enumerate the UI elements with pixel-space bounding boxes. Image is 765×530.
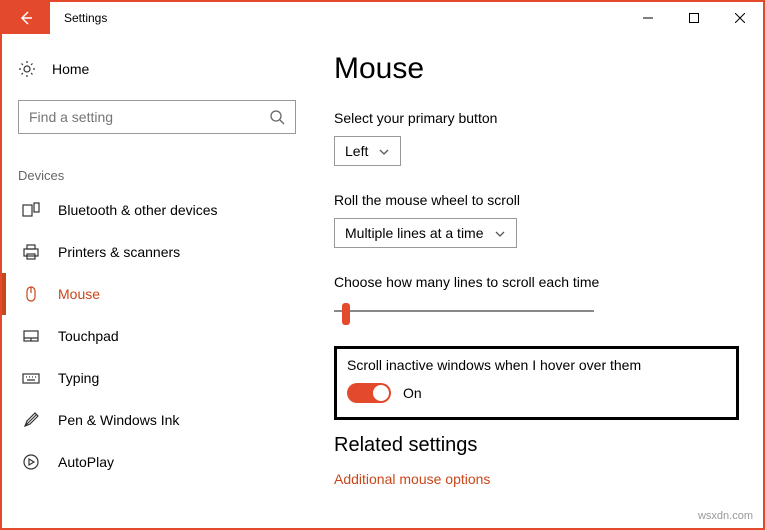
page-title: Mouse [334, 52, 739, 86]
sidebar-item-label: Printers & scanners [58, 244, 180, 260]
slider-thumb[interactable] [342, 303, 350, 325]
sidebar: Home Devices Bluetooth & other devices P… [2, 34, 312, 528]
wheel-label: Roll the mouse wheel to scroll [334, 192, 739, 208]
wheel-dropdown[interactable]: Multiple lines at a time [334, 218, 517, 248]
inactive-toggle[interactable] [347, 383, 391, 403]
arrow-left-icon [18, 10, 34, 26]
pen-icon [22, 411, 40, 429]
sidebar-item-printers[interactable]: Printers & scanners [2, 231, 312, 273]
settings-window: Settings Home Devices Bluetooth & other … [0, 0, 765, 530]
close-button[interactable] [717, 2, 763, 34]
primary-button-dropdown[interactable]: Left [334, 136, 401, 166]
home-label: Home [52, 61, 89, 77]
sidebar-item-label: Pen & Windows Ink [58, 412, 179, 428]
lines-label: Choose how many lines to scroll each tim… [334, 274, 739, 290]
search-box[interactable] [18, 100, 296, 134]
slider-track [334, 310, 594, 312]
toggle-state: On [403, 385, 422, 401]
sidebar-item-pen[interactable]: Pen & Windows Ink [2, 399, 312, 441]
inactive-toggle-row: On [347, 383, 726, 403]
inactive-label: Scroll inactive windows when I hover ove… [347, 357, 726, 373]
maximize-button[interactable] [671, 2, 717, 34]
sidebar-item-label: AutoPlay [58, 454, 114, 470]
related-heading: Related settings [334, 434, 739, 457]
search-icon [269, 109, 285, 125]
lines-slider[interactable] [334, 300, 594, 324]
minimize-icon [643, 13, 653, 23]
mouse-icon [22, 285, 40, 303]
minimize-button[interactable] [625, 2, 671, 34]
close-icon [735, 13, 745, 23]
sidebar-item-mouse[interactable]: Mouse [2, 273, 312, 315]
sidebar-group-label: Devices [2, 134, 312, 189]
printer-icon [22, 243, 40, 261]
back-button[interactable] [2, 2, 50, 34]
sidebar-item-label: Bluetooth & other devices [58, 202, 218, 218]
window-title: Settings [50, 2, 107, 34]
dropdown-value: Multiple lines at a time [345, 225, 484, 241]
home-button[interactable]: Home [2, 52, 312, 86]
sidebar-item-label: Mouse [58, 286, 100, 302]
devices-icon [22, 201, 40, 219]
search-input[interactable] [29, 109, 269, 125]
window-controls [625, 2, 763, 34]
sidebar-nav: Bluetooth & other devices Printers & sca… [2, 189, 312, 483]
sidebar-item-typing[interactable]: Typing [2, 357, 312, 399]
content: Home Devices Bluetooth & other devices P… [2, 34, 763, 528]
titlebar: Settings [2, 2, 763, 34]
chevron-down-icon [494, 227, 506, 239]
dropdown-value: Left [345, 143, 368, 159]
chevron-down-icon [378, 145, 390, 157]
sidebar-item-touchpad[interactable]: Touchpad [2, 315, 312, 357]
highlighted-section: Scroll inactive windows when I hover ove… [334, 346, 739, 420]
maximize-icon [689, 13, 699, 23]
gear-icon [18, 60, 36, 78]
sidebar-item-label: Touchpad [58, 328, 119, 344]
toggle-knob [373, 385, 389, 401]
sidebar-item-bluetooth[interactable]: Bluetooth & other devices [2, 189, 312, 231]
primary-button-label: Select your primary button [334, 110, 739, 126]
sidebar-item-autoplay[interactable]: AutoPlay [2, 441, 312, 483]
autoplay-icon [22, 453, 40, 471]
main-panel: Mouse Select your primary button Left Ro… [312, 34, 763, 528]
watermark: wsxdn.com [698, 510, 753, 522]
touchpad-icon [22, 327, 40, 345]
additional-mouse-options-link[interactable]: Additional mouse options [334, 471, 739, 487]
keyboard-icon [22, 369, 40, 387]
sidebar-item-label: Typing [58, 370, 99, 386]
